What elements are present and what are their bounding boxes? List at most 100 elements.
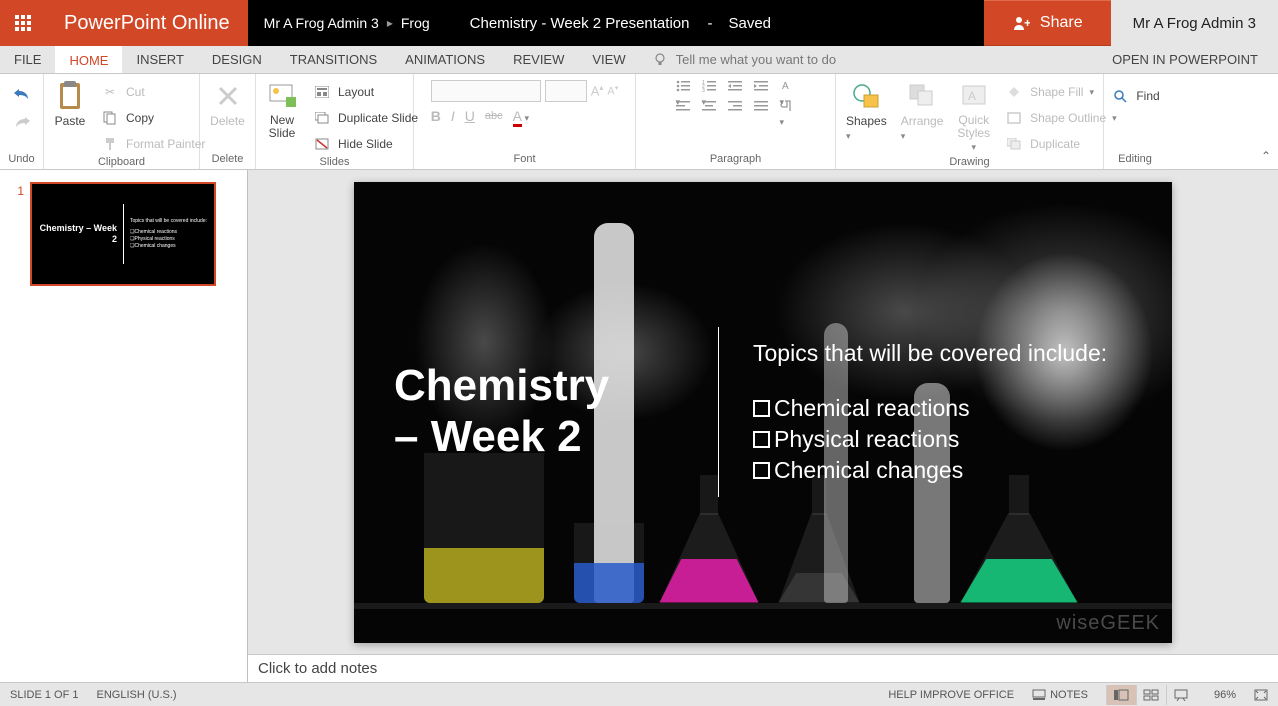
shrink-font-button[interactable]: A▾ — [607, 84, 618, 98]
share-button[interactable]: + Share — [984, 0, 1111, 46]
group-label-undo: Undo — [6, 153, 37, 167]
duplicate-shape-button[interactable]: Duplicate — [1000, 132, 1121, 156]
underline-button[interactable]: U — [465, 108, 475, 124]
delete-label: Delete — [210, 114, 245, 128]
text-direction-button[interactable]: A — [780, 80, 796, 94]
paste-button[interactable]: Paste — [50, 78, 90, 130]
tab-animations[interactable]: ANIMATIONS — [391, 46, 499, 73]
checkbox-icon — [753, 400, 770, 417]
slide-bullet-3: Chemical changes — [753, 455, 1107, 486]
shape-fill-button[interactable]: Shape Fill — [1000, 80, 1121, 104]
bold-button[interactable]: B — [431, 108, 441, 124]
tab-transitions[interactable]: TRANSITIONS — [276, 46, 391, 73]
slide-1[interactable]: wiseGEEK Chemistry – Week 2 Topics that … — [354, 182, 1172, 643]
tab-view[interactable]: VIEW — [578, 46, 639, 73]
slide-thumbnail-1[interactable]: Chemistry – Week 2 Topics that will be c… — [30, 182, 216, 286]
tab-review[interactable]: REVIEW — [499, 46, 578, 73]
duplicate-icon — [1004, 134, 1024, 154]
slide-body[interactable]: Topics that will be covered include: Che… — [753, 338, 1107, 486]
breadcrumb-part-1[interactable]: Mr A Frog Admin 3 — [264, 15, 379, 31]
share-icon: + — [1012, 14, 1030, 32]
breadcrumb-part-2[interactable]: Frog — [401, 15, 430, 31]
notes-input[interactable]: Click to add notes — [248, 654, 1278, 682]
ribbon: Undo Paste ✂Cut Copy Format Painter Clip… — [0, 74, 1278, 170]
user-menu[interactable]: Mr A Frog Admin 3 — [1111, 0, 1278, 46]
svg-text:A: A — [782, 81, 789, 92]
fit-to-window-button[interactable] — [1254, 689, 1268, 701]
font-size-select[interactable] — [545, 80, 587, 102]
group-label-slides: Slides — [262, 156, 407, 170]
zoom-level[interactable]: 96% — [1214, 689, 1236, 701]
decrease-indent-button[interactable] — [728, 80, 744, 94]
grow-font-button[interactable]: A▴ — [591, 83, 604, 98]
app-launcher-button[interactable] — [0, 0, 46, 46]
slide-bullet-2-text: Physical reactions — [774, 424, 959, 455]
copy-icon — [100, 108, 120, 128]
paste-label: Paste — [55, 114, 86, 128]
numbering-button[interactable]: 123 — [702, 80, 718, 94]
text-direction-rtl-button[interactable] — [780, 100, 796, 114]
layout-button[interactable]: Layout — [308, 80, 422, 104]
slide-counter[interactable]: SLIDE 1 OF 1 — [10, 689, 78, 701]
hide-slide-icon — [312, 134, 332, 154]
format-painter-button[interactable]: Format Painter — [96, 132, 209, 156]
thumb-bullet-2: Physical reactions — [134, 236, 174, 242]
canvas-scroll[interactable]: wiseGEEK Chemistry – Week 2 Topics that … — [248, 170, 1278, 654]
tell-me-search[interactable]: Tell me what you want to do — [640, 46, 848, 73]
svg-text:3: 3 — [702, 88, 705, 92]
slide-title[interactable]: Chemistry – Week 2 — [394, 361, 684, 462]
clipboard-icon — [54, 80, 86, 112]
duplicate-slide-button[interactable]: Duplicate Slide — [308, 106, 422, 130]
copy-button[interactable]: Copy — [96, 106, 209, 130]
shape-outline-button[interactable]: Shape Outline — [1000, 106, 1121, 130]
slide-thumbnail-panel[interactable]: 1 Chemistry – Week 2 Topics that will be… — [0, 170, 248, 682]
tab-home[interactable]: HOME — [55, 46, 122, 73]
increase-indent-button[interactable] — [754, 80, 770, 94]
language-button[interactable]: ENGLISH (U.S.) — [96, 689, 176, 701]
help-improve-button[interactable]: HELP IMPROVE OFFICE — [888, 689, 1014, 701]
font-color-button[interactable]: A — [513, 108, 529, 124]
align-left-button[interactable] — [676, 100, 692, 114]
app-name: PowerPoint Online — [46, 0, 248, 46]
quick-styles-button[interactable]: A Quick Styles — [953, 78, 994, 156]
saved-dash: - — [707, 15, 712, 32]
undo-button[interactable] — [12, 84, 32, 104]
notes-toggle-button[interactable]: NOTES — [1032, 689, 1088, 701]
layout-icon — [312, 82, 332, 102]
font-family-select[interactable] — [431, 80, 541, 102]
shape-outline-label: Shape Outline — [1030, 111, 1106, 125]
main-area: 1 Chemistry – Week 2 Topics that will be… — [0, 170, 1278, 682]
search-icon — [1110, 86, 1130, 106]
copy-label: Copy — [126, 111, 154, 125]
arrange-button[interactable]: Arrange — [897, 78, 948, 144]
new-slide-button[interactable]: New Slide — [262, 78, 302, 142]
bullets-button[interactable] — [676, 80, 692, 94]
align-right-button[interactable] — [728, 100, 744, 114]
tab-design[interactable]: DESIGN — [198, 46, 276, 73]
tab-insert[interactable]: INSERT — [122, 46, 197, 73]
hide-slide-button[interactable]: Hide Slide — [308, 132, 422, 156]
delete-button[interactable]: Delete — [206, 78, 249, 130]
breadcrumb[interactable]: Mr A Frog Admin 3 ▸ Frog — [248, 15, 430, 31]
italic-button[interactable]: I — [451, 108, 455, 124]
slide-bullet-1-text: Chemical reactions — [774, 393, 970, 424]
slide-content[interactable]: Chemistry – Week 2 Topics that will be c… — [354, 182, 1172, 643]
document-title[interactable]: Chemistry - Week 2 Presentation — [470, 15, 690, 32]
open-in-powerpoint-button[interactable]: OPEN IN POWERPOINT — [1092, 46, 1278, 73]
delete-x-icon — [212, 80, 244, 112]
normal-view-button[interactable] — [1106, 685, 1136, 705]
slideshow-view-button[interactable] — [1166, 685, 1196, 705]
layout-label: Layout — [338, 85, 374, 99]
tab-file[interactable]: FILE — [0, 46, 55, 73]
collapse-ribbon-button[interactable]: ⌃ — [1254, 74, 1278, 169]
sorter-view-button[interactable] — [1136, 685, 1166, 705]
justify-button[interactable] — [754, 100, 770, 114]
thumbnail-row-1[interactable]: 1 Chemistry – Week 2 Topics that will be… — [12, 182, 235, 286]
shapes-button[interactable]: Shapes — [842, 78, 891, 144]
find-button[interactable]: Find — [1106, 84, 1163, 108]
quick-styles-label: Quick Styles — [957, 114, 990, 154]
cut-button[interactable]: ✂Cut — [96, 80, 209, 104]
redo-button[interactable] — [12, 112, 32, 132]
strikethrough-button[interactable]: abc — [485, 110, 503, 122]
align-center-button[interactable] — [702, 100, 718, 114]
